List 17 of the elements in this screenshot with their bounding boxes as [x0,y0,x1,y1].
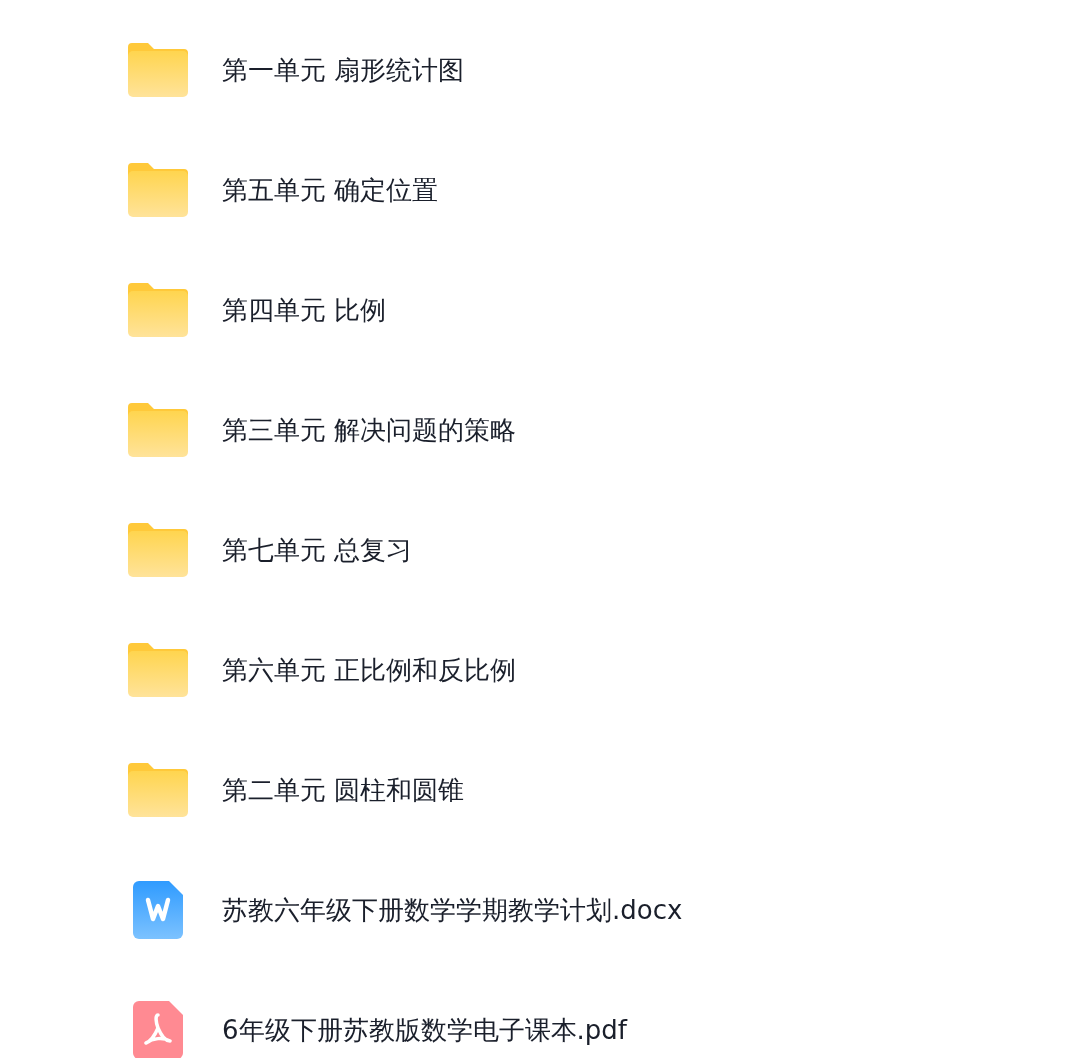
folder-icon [128,523,188,577]
file-name[interactable]: 6年级下册苏教版数学电子课本.pdf [222,1010,627,1050]
folder-icon [128,43,188,97]
file-name[interactable]: 第一单元 扇形统计图 [222,50,465,90]
file-name[interactable]: 第三单元 解决问题的策略 [222,410,517,450]
file-name[interactable]: 第六单元 正比例和反比例 [222,650,517,690]
file-name[interactable]: 苏教六年级下册数学学期教学计划.docx [222,890,683,930]
folder-icon [128,283,188,337]
file-name[interactable]: 第二单元 圆柱和圆锥 [222,770,465,810]
folder-icon [128,163,188,217]
folder-icon [128,763,188,817]
file-name[interactable]: 第七单元 总复习 [222,530,413,570]
folder-icon [128,643,188,697]
word-document-icon [133,881,183,939]
folder-icon [128,403,188,457]
file-name[interactable]: 第五单元 确定位置 [222,170,439,210]
file-name[interactable]: 第四单元 比例 [222,290,387,330]
